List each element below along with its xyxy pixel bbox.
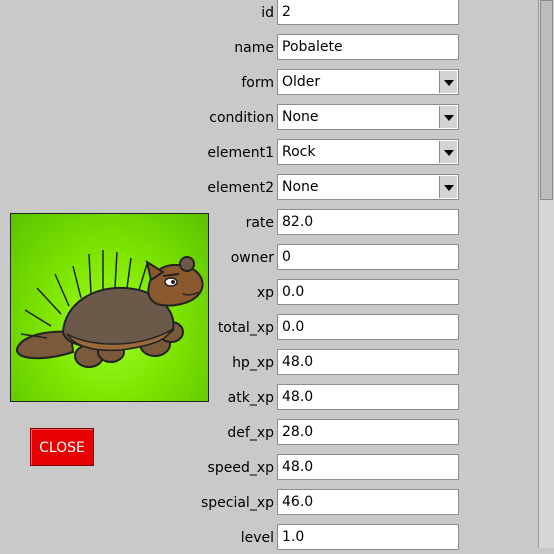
level-input[interactable]: 1.0: [277, 524, 459, 550]
field-label-atk-xp: atk_xp: [227, 390, 274, 406]
element2-select[interactable]: None: [277, 174, 459, 200]
field-label-speed-xp: speed_xp: [207, 460, 274, 476]
scrollbar-thumb[interactable]: [540, 0, 553, 200]
field-label-rate: rate: [245, 215, 274, 231]
vertical-scrollbar[interactable]: [538, 0, 554, 548]
field-label-level: level: [240, 530, 274, 546]
field-label-total-xp: total_xp: [217, 320, 274, 336]
field-row-form: form Older: [0, 69, 538, 99]
selected-value: None: [282, 109, 319, 125]
close-button[interactable]: CLOSE: [30, 428, 94, 466]
def-xp-input[interactable]: 28.0: [277, 419, 459, 445]
field-label-owner: owner: [230, 250, 274, 266]
element1-select[interactable]: Rock: [277, 139, 459, 165]
name-input[interactable]: Pobalete: [277, 34, 459, 60]
speed-xp-input[interactable]: 48.0: [277, 454, 459, 480]
field-label-condition: condition: [209, 110, 274, 126]
atk-xp-input[interactable]: 48.0: [277, 384, 459, 410]
field-row-id: id 2: [0, 0, 538, 29]
field-row-element1: element1 Rock: [0, 139, 538, 169]
field-row-element2: element2 None: [0, 174, 538, 204]
chevron-down-icon[interactable]: [439, 106, 457, 128]
form-select[interactable]: Older: [277, 69, 459, 95]
special-xp-input[interactable]: 46.0: [277, 489, 459, 515]
field-label-form: form: [241, 75, 274, 91]
chevron-down-icon[interactable]: [439, 71, 457, 93]
field-label-element2: element2: [207, 180, 274, 196]
condition-select[interactable]: None: [277, 104, 459, 130]
field-row-condition: condition None: [0, 104, 538, 134]
field-row-name: name Pobalete: [0, 34, 538, 64]
chevron-down-icon[interactable]: [439, 141, 457, 163]
field-label-hp-xp: hp_xp: [232, 355, 274, 371]
selected-value: None: [282, 179, 319, 195]
id-input[interactable]: 2: [277, 0, 459, 25]
selected-value: Older: [282, 74, 321, 90]
field-label-xp: xp: [256, 285, 274, 301]
selected-value: Rock: [282, 144, 316, 160]
field-label-name: name: [234, 40, 274, 56]
rate-input[interactable]: 82.0: [277, 209, 459, 235]
xp-input[interactable]: 0.0: [277, 279, 459, 305]
pet-image: [10, 213, 209, 402]
field-label-special-xp: special_xp: [200, 495, 274, 511]
field-label-def-xp: def_xp: [227, 425, 274, 441]
creature-illustration: [16, 250, 204, 368]
total-xp-input[interactable]: 0.0: [277, 314, 459, 340]
field-row-special-xp: special_xp 46.0: [0, 489, 538, 519]
chevron-down-icon[interactable]: [439, 176, 457, 198]
field-row-level: level 1.0: [0, 524, 538, 554]
field-label-element1: element1: [207, 145, 274, 161]
hp-xp-input[interactable]: 48.0: [277, 349, 459, 375]
field-label-id: id: [261, 5, 274, 21]
owner-input[interactable]: 0: [277, 244, 459, 270]
